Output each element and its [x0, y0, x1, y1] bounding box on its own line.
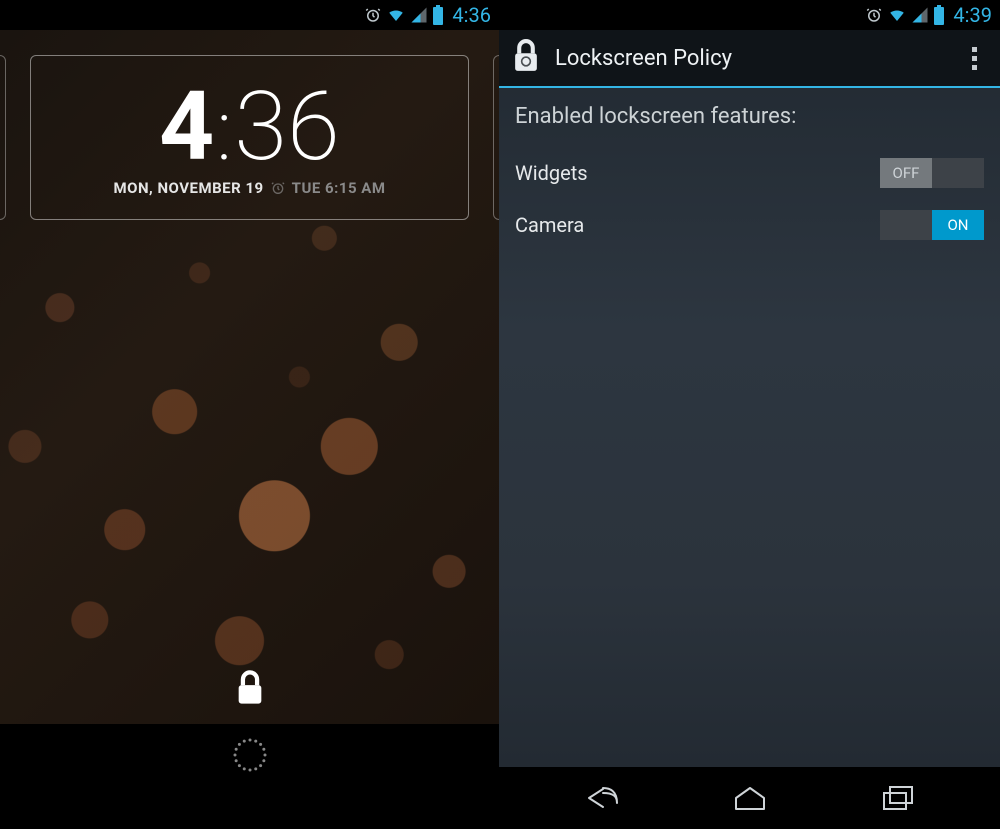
widget-page-handle-left[interactable] [0, 55, 6, 220]
navigation-bar [499, 767, 1000, 829]
lock-icon[interactable] [233, 668, 267, 708]
lockscreen-phone: 4:36 4 : 36 MON, NOVEMBER 19 TUE 6:15 AM [0, 0, 499, 829]
recents-button[interactable] [852, 775, 942, 821]
unlock-ring-hint[interactable] [233, 738, 267, 772]
back-icon [581, 783, 625, 813]
clock-widget[interactable]: 4 : 36 MON, NOVEMBER 19 TUE 6:15 AM [30, 55, 469, 220]
clock-minute: 36 [234, 79, 340, 175]
pref-camera-label: Camera [515, 213, 584, 237]
app-title: Lockscreen Policy [555, 46, 954, 71]
switch-thumb-on: ON [932, 210, 984, 240]
pref-widgets-label: Widgets [515, 161, 588, 185]
status-clock: 4:39 [953, 3, 992, 27]
unlock-area[interactable] [0, 652, 499, 724]
lock-clock-time: 4 : 36 [159, 79, 340, 175]
status-bar: 4:39 [499, 0, 1000, 30]
bottom-hint-area [0, 724, 499, 829]
lock-date-row: MON, NOVEMBER 19 TUE 6:15 AM [113, 179, 385, 197]
lock-next-alarm: TUE 6:15 AM [292, 179, 386, 197]
status-bar: 4:36 [0, 0, 499, 30]
home-icon [730, 783, 770, 813]
status-clock: 4:36 [452, 3, 491, 27]
signal-icon [911, 6, 929, 24]
alarm-icon [270, 180, 286, 196]
pref-camera-switch[interactable]: ON [880, 210, 984, 240]
action-bar: Lockscreen Policy [499, 30, 1000, 88]
clock-colon: : [216, 89, 232, 173]
clock-hour: 4 [159, 79, 214, 175]
alarm-icon [364, 6, 382, 24]
pref-widgets-row: Widgets OFF [515, 147, 984, 199]
policy-app-phone: 4:39 Lockscreen Policy Enabled lockscree… [499, 0, 1000, 829]
lock-date: MON, NOVEMBER 19 [113, 179, 263, 197]
wifi-icon [887, 6, 907, 24]
pref-camera-row: Camera ON [515, 199, 984, 251]
section-header: Enabled lockscreen features: [515, 104, 984, 129]
signal-icon [410, 6, 428, 24]
app-lock-icon [509, 37, 543, 79]
switch-thumb-off: OFF [880, 158, 932, 188]
app-content: Enabled lockscreen features: Widgets OFF… [499, 90, 1000, 767]
recents-icon [878, 783, 916, 813]
wifi-icon [386, 6, 406, 24]
alarm-icon [865, 6, 883, 24]
overflow-menu-button[interactable] [954, 38, 994, 78]
battery-icon [933, 5, 945, 25]
battery-icon [432, 5, 444, 25]
pref-widgets-switch[interactable]: OFF [880, 158, 984, 188]
home-button[interactable] [705, 775, 795, 821]
back-button[interactable] [558, 775, 648, 821]
